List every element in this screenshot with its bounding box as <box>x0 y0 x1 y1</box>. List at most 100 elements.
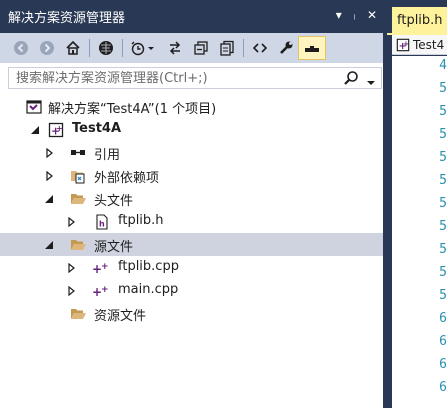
sync-button[interactable] <box>162 37 188 59</box>
sync-icon <box>169 41 181 55</box>
tree-item-external-dependencies[interactable]: 外部依赖项 <box>0 164 383 187</box>
panel-toolbar <box>0 33 383 63</box>
tree-item-project[interactable]: + + Test4A <box>0 118 383 141</box>
svg-text:+: + <box>403 39 409 47</box>
line-number: 5 <box>439 219 447 234</box>
nav-project-label: Test4 <box>413 37 445 52</box>
search-icon[interactable] <box>343 70 359 90</box>
panel-splitter[interactable] <box>383 0 385 408</box>
line-number: 5 <box>439 150 447 165</box>
svg-text:+: + <box>56 124 63 133</box>
line-number: 5 <box>439 127 447 142</box>
tree-item-references[interactable]: 引用 <box>0 141 383 164</box>
solution-explorer-panel: 解决方案资源管理器 ▾ ᛧ ✕ 搜索解决方案资源管理器(Ctrl+;) 解决方案… <box>0 0 383 408</box>
line-number: 5 <box>439 265 447 280</box>
header-file-icon: h <box>94 214 110 230</box>
toolbar-separator <box>89 39 90 57</box>
tree-label: 源文件 <box>94 240 134 255</box>
tree-label: 解决方案“Test4A”(1 个项目) <box>48 102 217 117</box>
tree-item-source-files[interactable]: 源文件 <box>0 233 383 256</box>
tab-ftplib-h[interactable]: ftplib.h <box>392 7 447 33</box>
toolbar-separator <box>122 39 123 57</box>
home-button[interactable] <box>60 37 86 59</box>
preview-icon <box>305 46 319 52</box>
cpp-file-icon: + + <box>92 283 109 299</box>
back-icon <box>14 41 28 55</box>
search-input[interactable] <box>16 70 336 86</box>
search-box[interactable] <box>8 67 382 89</box>
line-number: 5 <box>439 196 447 211</box>
tree-item-solution[interactable]: 解决方案“Test4A”(1 个项目) <box>0 95 383 118</box>
cpp-project-icon: ++ <box>396 38 410 51</box>
properties-button[interactable] <box>273 37 299 59</box>
svg-text:+: + <box>101 262 109 272</box>
tree-label: 外部依赖项 <box>94 171 160 186</box>
collapse-all-icon <box>194 41 208 55</box>
cpp-project-icon: ++ <box>48 122 64 138</box>
dropdown-icon[interactable]: ▾ <box>336 8 342 22</box>
chevron-down-icon[interactable] <box>367 75 375 90</box>
expanded-arrow-icon[interactable] <box>30 125 40 135</box>
line-number: 5 <box>439 242 447 257</box>
line-number: 5 <box>439 173 447 188</box>
code-view-icon <box>252 43 268 53</box>
title-buttons: ▾ ᛧ ✕ <box>336 8 377 22</box>
line-number: 6 <box>439 311 447 326</box>
copy-button[interactable] <box>214 37 240 59</box>
forward-icon <box>40 41 54 55</box>
pin-icon[interactable]: ᛧ <box>351 8 358 22</box>
properties-icon <box>280 41 293 54</box>
history-button[interactable] <box>126 37 162 59</box>
preview-button[interactable] <box>298 36 326 60</box>
code-area[interactable]: 4 5 5 5 5 5 5 5 5 5 5 6 6 6 6 <box>392 56 447 408</box>
forward-button[interactable] <box>34 37 60 59</box>
tree-label: ftplib.cpp <box>118 259 179 274</box>
vs-icon <box>99 41 113 55</box>
home-icon <box>66 40 80 55</box>
line-number: 6 <box>439 380 447 395</box>
line-number: 6 <box>439 334 447 349</box>
tree-label: 资源文件 <box>94 309 147 324</box>
expanded-arrow-icon[interactable] <box>44 194 54 204</box>
collapsed-arrow-icon[interactable] <box>66 286 76 296</box>
copy-icon <box>220 40 234 56</box>
collapsed-arrow-icon[interactable] <box>66 217 76 227</box>
line-number: 5 <box>439 288 447 303</box>
tree-label: Test4A <box>72 121 122 136</box>
tree-label: main.cpp <box>118 282 179 297</box>
navigation-bar[interactable]: + + Test4 <box>392 35 447 55</box>
line-number: 5 <box>439 81 447 96</box>
collapsed-arrow-icon[interactable] <box>44 148 54 158</box>
expanded-arrow-icon[interactable] <box>44 240 54 250</box>
external-folder-icon <box>70 168 86 184</box>
tree-label: 引用 <box>94 148 121 163</box>
tree-item-ftplib-cpp[interactable]: + + ftplib.cpp <box>0 256 383 279</box>
tree-label: ftplib.h <box>118 213 164 228</box>
back-button[interactable] <box>8 37 34 59</box>
svg-text:h: h <box>99 220 105 229</box>
line-number: 5 <box>439 104 447 119</box>
tree-item-main-cpp[interactable]: + + main.cpp <box>0 279 383 302</box>
line-number: 4 <box>439 58 447 73</box>
panel-title: 解决方案资源管理器 <box>8 11 126 26</box>
close-icon[interactable]: ✕ <box>367 8 377 22</box>
collapse-all-button[interactable] <box>188 37 214 59</box>
panel-title-bar: 解决方案资源管理器 ▾ ᛧ ✕ <box>0 0 383 33</box>
history-icon <box>131 41 154 56</box>
solution-icon <box>26 99 42 115</box>
line-number: 6 <box>439 357 447 372</box>
collapsed-arrow-icon[interactable] <box>66 263 76 273</box>
tree-item-header-files[interactable]: 头文件 <box>0 187 383 210</box>
toolbar-separator <box>243 39 244 57</box>
vs-button[interactable] <box>93 37 119 59</box>
collapsed-arrow-icon[interactable] <box>44 171 54 181</box>
tree-item-resource-files[interactable]: 资源文件 <box>0 302 383 325</box>
folder-open-icon <box>70 237 86 253</box>
svg-text:+: + <box>101 285 109 295</box>
folder-open-icon <box>70 306 86 322</box>
tree-item-ftplib-h[interactable]: h ftplib.h <box>0 210 383 233</box>
code-view-button[interactable] <box>247 37 273 59</box>
cpp-file-icon: + + <box>92 260 109 276</box>
solution-tree: 解决方案“Test4A”(1 个项目) + + Test4A 引用 外部依赖项 … <box>0 95 383 325</box>
code-editor: ftplib.h + + Test4 4 5 5 5 5 5 5 5 5 5 5 6 6 6 6 <box>387 0 447 408</box>
